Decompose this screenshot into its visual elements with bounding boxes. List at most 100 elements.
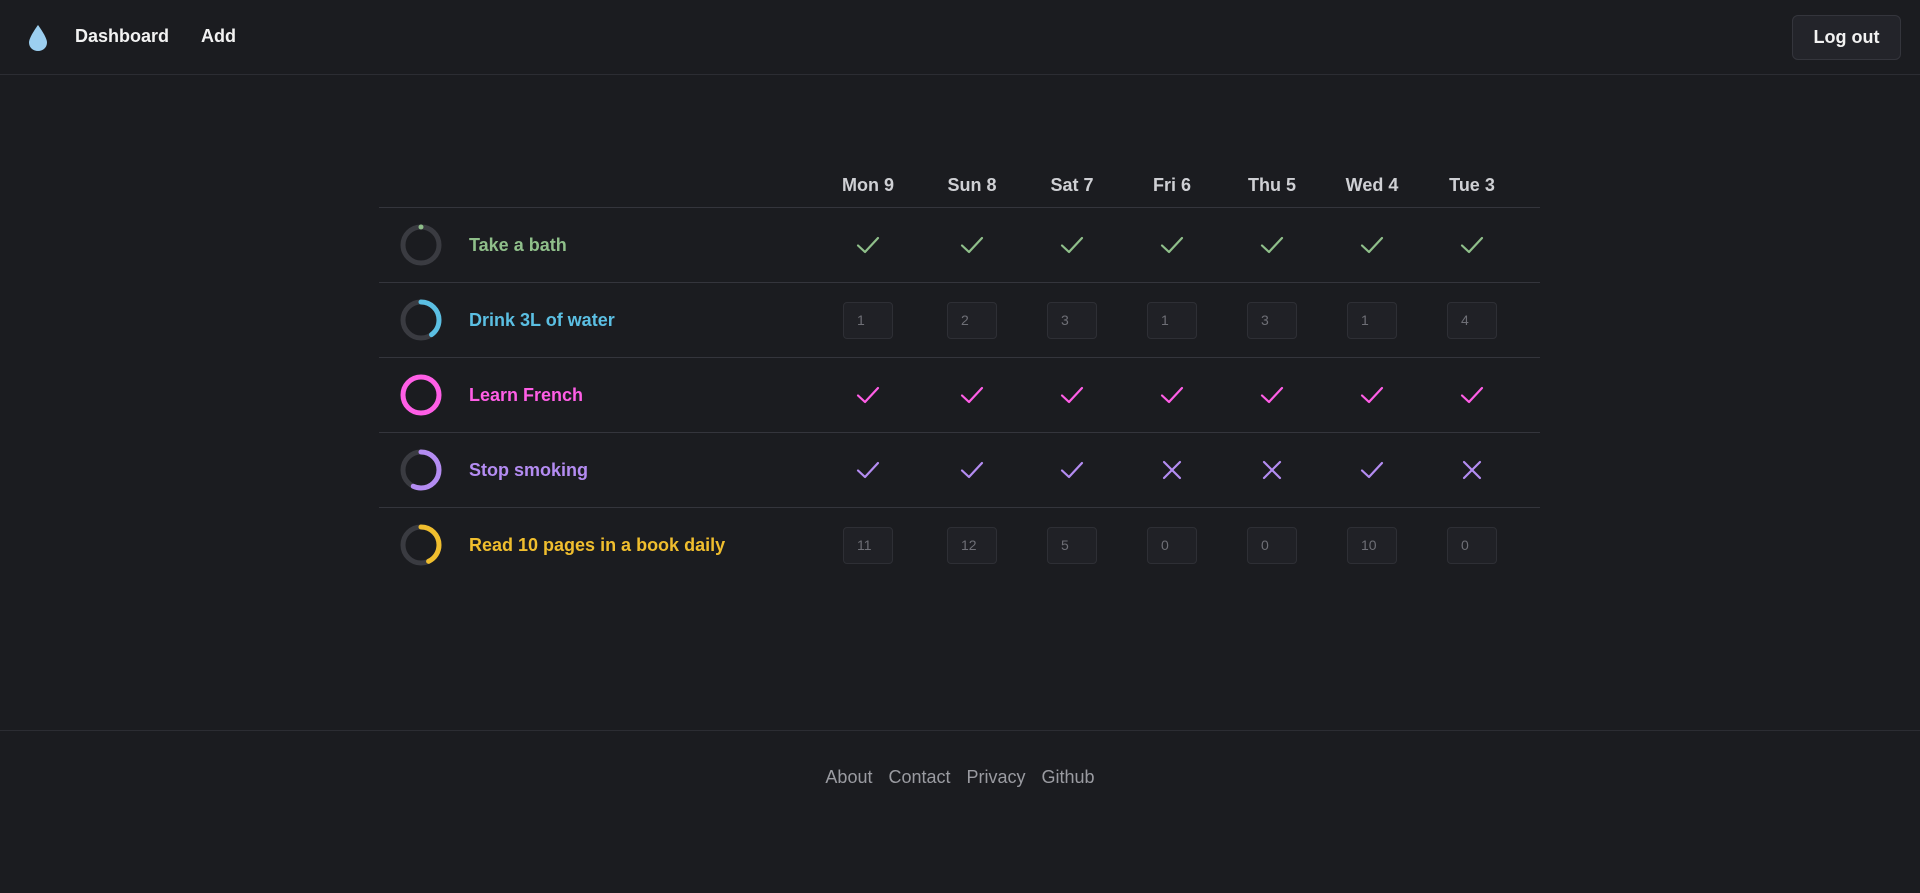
day-header: Sun 8	[947, 175, 997, 195]
day-toggle-done[interactable]	[1242, 375, 1302, 415]
day-value-input[interactable]	[947, 526, 997, 564]
habit-row: Learn French	[379, 358, 1540, 433]
day-value-input[interactable]	[1347, 301, 1397, 339]
day-toggle-done[interactable]	[1142, 225, 1202, 265]
habit-table: Mon 9 Sun 8 Sat 7 Fri 6 Thu 5 Wed 4 Tue 3 Take…	[379, 168, 1540, 583]
day-toggle-done[interactable]	[942, 225, 1002, 265]
day-header: Thu 5	[1248, 175, 1296, 195]
day-toggle-done[interactable]	[1042, 225, 1102, 265]
day-toggle-done[interactable]	[1442, 225, 1502, 265]
progress-ring	[400, 224, 442, 266]
check-icon	[960, 386, 984, 404]
nav-dashboard-link[interactable]: Dashboard	[75, 26, 169, 47]
day-value-cell	[1442, 300, 1502, 340]
habit-row: Take a bath	[379, 208, 1540, 283]
day-toggle-missed[interactable]	[1442, 450, 1502, 490]
day-toggle-done[interactable]	[838, 375, 898, 415]
habit-row: Read 10 pages in a book daily	[379, 508, 1540, 583]
day-value-cell	[1242, 300, 1302, 340]
day-value-cell	[1442, 525, 1502, 565]
day-toggle-done[interactable]	[838, 450, 898, 490]
check-icon	[1260, 236, 1284, 254]
day-value-cell	[1042, 525, 1102, 565]
day-toggle-done[interactable]	[1242, 225, 1302, 265]
check-icon	[1160, 236, 1184, 254]
day-value-input[interactable]	[1447, 301, 1497, 339]
day-value-cell	[838, 300, 898, 340]
habit-name-link[interactable]: Drink 3L of water	[469, 310, 615, 331]
day-value-input[interactable]	[843, 301, 893, 339]
day-value-input[interactable]	[947, 301, 997, 339]
progress-ring	[400, 299, 442, 341]
day-header: Mon 9	[842, 175, 894, 195]
check-icon	[1060, 461, 1084, 479]
logout-button[interactable]: Log out	[1792, 15, 1901, 60]
check-icon	[960, 461, 984, 479]
check-icon	[1360, 386, 1384, 404]
day-toggle-done[interactable]	[1442, 375, 1502, 415]
habit-name-link[interactable]: Read 10 pages in a book daily	[469, 535, 725, 556]
day-header-row: Mon 9 Sun 8 Sat 7 Fri 6 Thu 5 Wed 4 Tue 3	[379, 168, 1540, 208]
day-header: Fri 6	[1152, 175, 1191, 195]
day-toggle-done[interactable]	[1342, 450, 1402, 490]
day-toggle-done[interactable]	[1042, 450, 1102, 490]
day-value-cell	[942, 525, 1002, 565]
footer: About Contact Privacy Github	[0, 730, 1920, 893]
day-value-input[interactable]	[1447, 526, 1497, 564]
top-nav: Dashboard Add Log out	[0, 0, 1920, 75]
day-toggle-done[interactable]	[942, 375, 1002, 415]
day-toggle-missed[interactable]	[1242, 450, 1302, 490]
habit-row: Stop smoking	[379, 433, 1540, 508]
day-value-cell	[1042, 300, 1102, 340]
habit-name-link[interactable]: Learn French	[469, 385, 583, 406]
day-value-input[interactable]	[1347, 526, 1397, 564]
day-value-input[interactable]	[1247, 301, 1297, 339]
check-icon	[960, 236, 984, 254]
footer-link-contact[interactable]: Contact	[888, 767, 950, 788]
day-toggle-done[interactable]	[838, 225, 898, 265]
check-icon	[1360, 236, 1384, 254]
cross-icon	[1162, 460, 1182, 480]
day-value-input[interactable]	[1147, 301, 1197, 339]
day-value-cell	[1142, 300, 1202, 340]
check-icon	[1060, 236, 1084, 254]
day-toggle-done[interactable]	[1142, 375, 1202, 415]
habit-name-link[interactable]: Take a bath	[469, 235, 567, 256]
cross-icon	[1462, 460, 1482, 480]
day-value-input[interactable]	[1247, 526, 1297, 564]
day-toggle-missed[interactable]	[1142, 450, 1202, 490]
day-value-cell	[1142, 525, 1202, 565]
footer-link-about[interactable]: About	[825, 767, 872, 788]
day-value-input[interactable]	[843, 526, 893, 564]
day-header: Wed 4	[1345, 175, 1399, 195]
check-icon	[856, 236, 880, 254]
day-value-cell	[1342, 525, 1402, 565]
day-toggle-done[interactable]	[1042, 375, 1102, 415]
day-value-input[interactable]	[1047, 301, 1097, 339]
day-header: Sat 7	[1050, 175, 1094, 195]
progress-ring	[400, 374, 442, 416]
day-value-cell	[838, 525, 898, 565]
day-value-input[interactable]	[1047, 526, 1097, 564]
day-value-cell	[942, 300, 1002, 340]
day-header: Tue 3	[1449, 175, 1495, 195]
day-toggle-done[interactable]	[942, 450, 1002, 490]
check-icon	[1160, 386, 1184, 404]
footer-link-privacy[interactable]: Privacy	[967, 767, 1026, 788]
check-icon	[1060, 386, 1084, 404]
droplet-icon[interactable]	[28, 24, 48, 52]
day-value-cell	[1342, 300, 1402, 340]
check-icon	[856, 386, 880, 404]
check-icon	[1260, 386, 1284, 404]
day-toggle-done[interactable]	[1342, 375, 1402, 415]
nav-add-link[interactable]: Add	[201, 26, 236, 47]
footer-links: About Contact Privacy Github	[0, 767, 1920, 788]
day-toggle-done[interactable]	[1342, 225, 1402, 265]
day-value-cell	[1242, 525, 1302, 565]
check-icon	[856, 461, 880, 479]
day-value-input[interactable]	[1147, 526, 1197, 564]
progress-ring	[400, 524, 442, 566]
check-icon	[1460, 236, 1484, 254]
habit-name-link[interactable]: Stop smoking	[469, 460, 588, 481]
footer-link-github[interactable]: Github	[1042, 767, 1095, 788]
